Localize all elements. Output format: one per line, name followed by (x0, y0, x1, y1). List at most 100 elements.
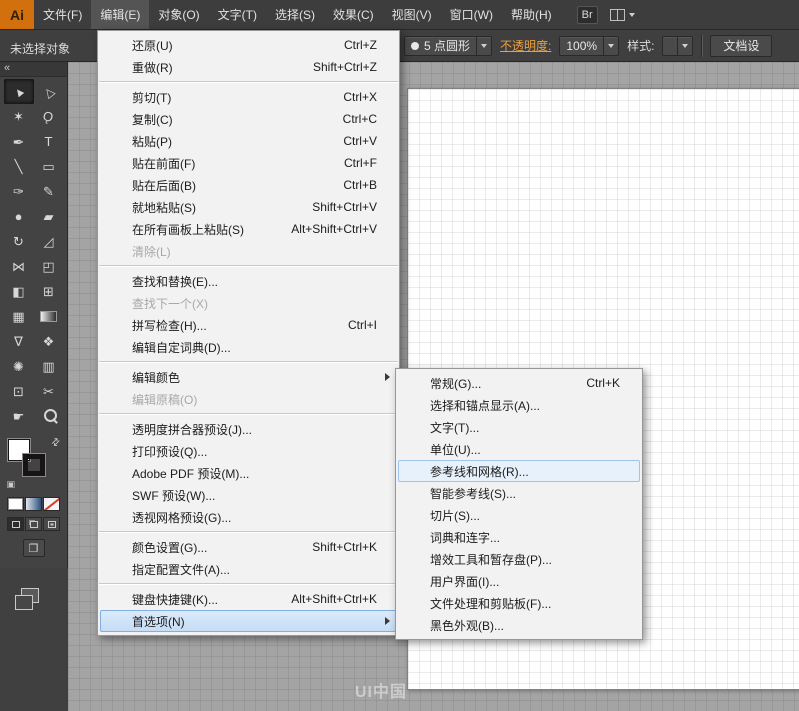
menu-item-preferences[interactable]: 首选项(N) (100, 610, 397, 632)
column-graph-tool[interactable]: ▥ (34, 354, 64, 379)
width-tool[interactable]: ⋈ (4, 254, 34, 279)
menu-item-paste-in-place[interactable]: 就地粘贴(S) Shift+Ctrl+V (100, 196, 397, 218)
submenu-item-guides-grid[interactable]: 参考线和网格(R)... (398, 460, 640, 482)
menubar-edit[interactable]: 编辑(E) (91, 0, 149, 29)
color-button[interactable] (7, 497, 24, 511)
arrange-documents-button[interactable] (610, 9, 635, 21)
submenu-item-units[interactable]: 单位(U)... (398, 438, 640, 460)
draw-inside-button[interactable] (43, 517, 60, 531)
slice-tool[interactable]: ✂ (34, 379, 64, 404)
scale-tool[interactable]: ◿ (34, 229, 64, 254)
type-tool[interactable]: T (34, 129, 64, 154)
menu-item-adobe-pdf-presets[interactable]: Adobe PDF 预设(M)... (100, 462, 397, 484)
draw-behind-button[interactable] (25, 517, 42, 531)
submenu-item-dictionary-hyphenation[interactable]: 词典和连字... (398, 526, 640, 548)
menu-item-edit-original[interactable]: 编辑原稿(O) (100, 388, 397, 410)
menubar-view[interactable]: 视图(V) (383, 0, 441, 29)
opacity-dropdown[interactable]: 100% (559, 36, 619, 56)
menu-item-edit-custom-dictionary[interactable]: 编辑自定词典(D)... (100, 336, 397, 358)
menu-item-paste-on-all-artboards[interactable]: 在所有画板上粘贴(S) Alt+Shift+Ctrl+V (100, 218, 397, 240)
menubar-file[interactable]: 文件(F) (34, 0, 91, 29)
menu-item-find-and-replace[interactable]: 查找和替换(E)... (100, 270, 397, 292)
pen-tool[interactable]: ✒ (4, 129, 34, 154)
eraser-tool[interactable]: ▰ (34, 204, 64, 229)
perspective-grid-tool[interactable]: ⊞ (34, 279, 64, 304)
selection-tool[interactable]: ▲ (4, 79, 34, 104)
zoom-tool[interactable] (34, 404, 64, 429)
eyedropper-tool[interactable]: ∇ (4, 329, 34, 354)
menubar-help[interactable]: 帮助(H) (502, 0, 561, 29)
menu-item-paste-in-back[interactable]: 贴在后面(B) Ctrl+B (100, 174, 397, 196)
menu-item-shortcut: Ctrl+X (343, 90, 391, 104)
dropdown-arrow-icon[interactable] (476, 37, 491, 55)
hand-tool[interactable]: ☛ (4, 404, 34, 429)
dropdown-arrow-icon[interactable] (603, 37, 618, 55)
submenu-item-selection-anchor-display[interactable]: 选择和锚点显示(A)... (398, 394, 640, 416)
tool-icon: ⊡ (13, 385, 24, 398)
none-button[interactable] (43, 497, 60, 511)
document-setup-button[interactable]: 文档设 (710, 35, 772, 57)
submenu-item-slices[interactable]: 切片(S)... (398, 504, 640, 526)
menu-item-paste[interactable]: 粘贴(P) Ctrl+V (100, 130, 397, 152)
menubar-item-label: 文件(F) (43, 6, 82, 23)
menu-item-color-settings[interactable]: 颜色设置(G)... Shift+Ctrl+K (100, 536, 397, 558)
menu-item-swf-presets[interactable]: SWF 预设(W)... (100, 484, 397, 506)
submenu-item-type[interactable]: 文字(T)... (398, 416, 640, 438)
menu-item-check-spelling[interactable]: 拼写检查(H)... Ctrl+I (100, 314, 397, 336)
symbol-sprayer-tool[interactable]: ✺ (4, 354, 34, 379)
menu-item-paste-in-front[interactable]: 贴在前面(F) Ctrl+F (100, 152, 397, 174)
bridge-button[interactable]: Br (577, 6, 598, 24)
menu-item-perspective-grid-presets[interactable]: 透视网格预设(G)... (100, 506, 397, 528)
line-segment-tool[interactable]: ╲ (4, 154, 34, 179)
menu-item-transparency-flattener-presets[interactable]: 透明度拼合器预设(J)... (100, 418, 397, 440)
menu-item-cut[interactable]: 剪切(T) Ctrl+X (100, 86, 397, 108)
gradient-button[interactable] (25, 497, 42, 511)
screen-mode-button[interactable]: ❐ (23, 539, 45, 557)
menu-item-undo[interactable]: 还原(U) Ctrl+Z (100, 34, 397, 56)
menu-item-assign-profile[interactable]: 指定配置文件(A)... (100, 558, 397, 580)
menu-item-edit-colors[interactable]: 编辑颜色 (100, 366, 397, 388)
opacity-link[interactable]: 不透明度: (500, 37, 551, 54)
submenu-item-user-interface[interactable]: 用户界面(I)... (398, 570, 640, 592)
menu-item-find-next[interactable]: 查找下一个(X) (100, 292, 397, 314)
menubar-effect[interactable]: 效果(C) (324, 0, 383, 29)
submenu-item-file-handling-clipboard[interactable]: 文件处理和剪贴板(F)... (398, 592, 640, 614)
shape-builder-tool[interactable]: ◧ (4, 279, 34, 304)
menu-item-copy[interactable]: 复制(C) Ctrl+C (100, 108, 397, 130)
swap-fill-stroke-icon[interactable]: ⇄ (49, 436, 63, 450)
mesh-tool[interactable]: ▦ (4, 304, 34, 329)
magic-wand-tool[interactable]: ✶ (4, 104, 34, 129)
menu-item-shortcut: Ctrl+V (343, 134, 391, 148)
menubar-type[interactable]: 文字(T) (209, 0, 266, 29)
style-dropdown[interactable] (662, 36, 693, 56)
dropdown-arrow-icon[interactable] (677, 37, 692, 55)
menu-item-print-presets[interactable]: 打印预设(Q)... (100, 440, 397, 462)
pencil-tool[interactable]: ✎ (34, 179, 64, 204)
menubar-select[interactable]: 选择(S) (266, 0, 324, 29)
rectangle-tool[interactable]: ▭ (34, 154, 64, 179)
lasso-tool[interactable]: Ǫ (34, 104, 64, 129)
menubar-window[interactable]: 窗口(W) (441, 0, 502, 29)
menu-item-clear[interactable]: 清除(L) (100, 240, 397, 262)
submenu-item-general[interactable]: 常规(G)... Ctrl+K (398, 372, 640, 394)
paintbrush-tool[interactable]: ✑ (4, 179, 34, 204)
free-transform-tool[interactable]: ◰ (34, 254, 64, 279)
draw-normal-button[interactable] (7, 517, 24, 531)
collapse-panel-icon[interactable]: « (4, 62, 10, 74)
brush-definition-dropdown[interactable]: 5 点圆形 (404, 36, 492, 56)
submenu-item-plugins-scratch-disks[interactable]: 增效工具和暂存盘(P)... (398, 548, 640, 570)
blend-tool[interactable]: ❖ (34, 329, 64, 354)
gradient-tool[interactable] (34, 304, 64, 329)
cascade-windows-icon[interactable] (12, 586, 42, 612)
submenu-item-appearance-of-black[interactable]: 黑色外观(B)... (398, 614, 640, 636)
rotate-tool[interactable]: ↻ (4, 229, 34, 254)
artboard-tool[interactable]: ⊡ (4, 379, 34, 404)
menu-item-redo[interactable]: 重做(R) Shift+Ctrl+Z (100, 56, 397, 78)
blob-brush-tool[interactable]: ● (4, 204, 34, 229)
direct-selection-tool[interactable]: △ (34, 79, 64, 104)
menubar-object[interactable]: 对象(O) (149, 0, 208, 29)
default-fill-stroke-icon[interactable]: ▣ (7, 479, 16, 490)
menu-item-keyboard-shortcuts[interactable]: 键盘快捷键(K)... Alt+Shift+Ctrl+K (100, 588, 397, 610)
submenu-item-smart-guides[interactable]: 智能参考线(S)... (398, 482, 640, 504)
stroke-color-well[interactable] (23, 454, 45, 476)
